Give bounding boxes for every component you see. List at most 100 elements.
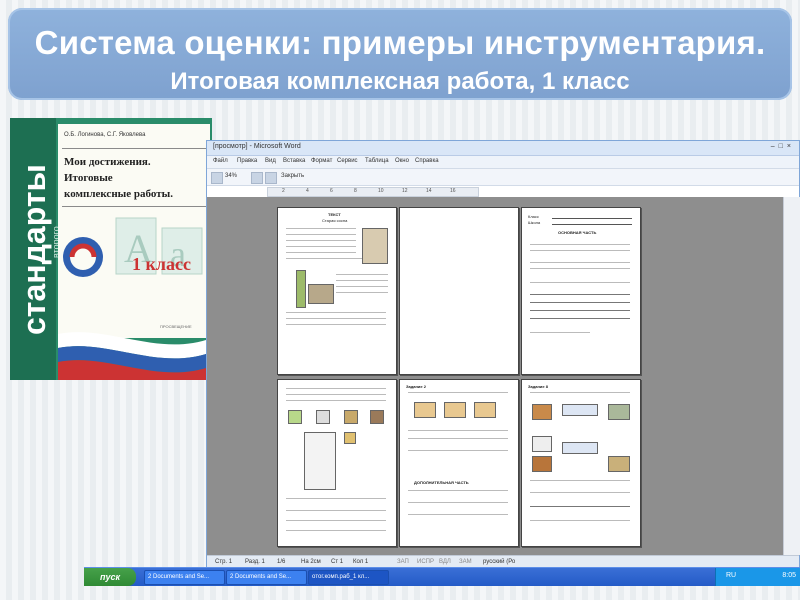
magnifier-icon[interactable] — [251, 172, 263, 184]
slide-subtitle: Итоговая комплексная работа, 1 класс — [170, 68, 630, 95]
text-line — [530, 332, 590, 333]
status-language: русский (Ро — [483, 559, 516, 565]
text-line — [336, 286, 388, 287]
bird-image — [288, 410, 302, 424]
document-page[interactable]: Задание 8 — [521, 379, 641, 547]
book-grade: 1 класс — [132, 254, 191, 274]
status-ovr: ЗАМ — [459, 559, 472, 565]
form-field-line — [552, 224, 632, 225]
menu-window[interactable]: Окно — [395, 158, 409, 164]
text-line — [530, 520, 630, 521]
print-icon[interactable] — [211, 172, 223, 184]
language-indicator[interactable]: RU — [726, 572, 736, 579]
toolbar: 34% Закрыть — [207, 169, 799, 186]
animal-image — [370, 410, 384, 424]
text-line — [286, 240, 356, 241]
picture-frame — [608, 456, 630, 472]
document-viewport[interactable]: ТЕКСТ Старая сосна Класс Школа ОСНОВНАЯ … — [207, 197, 783, 555]
text-line — [286, 510, 386, 511]
zoom-level[interactable]: 34% — [225, 173, 237, 179]
document-page[interactable]: Задание 2 ДОПОЛНИТЕЛЬНАЯ ЧАСТЬ — [399, 379, 519, 547]
insect-image — [344, 432, 356, 444]
slide-title: Система оценки: примеры инструментария. — [34, 24, 766, 61]
text-line — [286, 388, 386, 389]
book-authors: О.Б. Логинова, С.Г. Яковлева — [64, 132, 146, 138]
status-section: Разд. 1 — [245, 559, 265, 565]
document-page[interactable]: ТЕКСТ Старая сосна — [277, 207, 397, 375]
text-line — [530, 250, 630, 251]
form-field-label: Класс — [528, 214, 539, 219]
document-page[interactable]: Класс Школа ОСНОВНАЯ ЧАСТЬ — [521, 207, 641, 375]
text-line — [336, 280, 388, 281]
status-ext: ВДЛ — [439, 559, 451, 565]
menu-bar: Файл Правка Вид Вставка Формат Сервис Та… — [207, 156, 799, 169]
text-line — [530, 392, 630, 393]
taskbar-item[interactable]: 2 Documents and Se... — [226, 570, 307, 585]
book-cover-image: стандарты второго поколения О.Б. Логинов… — [10, 118, 212, 380]
answer-line — [530, 302, 630, 303]
menu-file[interactable]: Файл — [213, 158, 228, 164]
text-line — [408, 438, 508, 439]
form-field-line — [552, 218, 632, 219]
ruler-tick: 12 — [402, 188, 408, 194]
menu-tools[interactable]: Сервис — [337, 158, 358, 164]
text-line — [530, 262, 630, 263]
picture-frame — [532, 436, 552, 452]
picture-frame — [532, 456, 552, 472]
text-line — [530, 268, 630, 269]
book-title-panel: О.Б. Логинова, С.Г. Яковлева Мои достиже… — [58, 124, 210, 338]
word-window-screenshot: [просмотр] - Microsoft Word –□× Файл Пра… — [206, 140, 800, 570]
text-line — [336, 292, 388, 293]
document-page[interactable] — [277, 379, 397, 547]
text-line — [408, 450, 508, 451]
window-title: [просмотр] - Microsoft Word — [213, 143, 301, 150]
menu-format[interactable]: Формат — [311, 158, 332, 164]
text-line — [286, 234, 356, 235]
menu-edit[interactable]: Правка — [237, 158, 257, 164]
status-position: На 2см — [301, 559, 321, 565]
minimize-icon[interactable]: – — [771, 143, 779, 150]
picture-frame — [608, 404, 630, 420]
multiple-pages-icon[interactable] — [265, 172, 277, 184]
owl-image — [362, 228, 388, 264]
status-column: Кол 1 — [353, 559, 369, 565]
picture-frame — [474, 402, 496, 418]
close-icon[interactable]: × — [787, 143, 795, 150]
answer-line — [530, 310, 630, 311]
ruler-tick: 2 — [282, 188, 285, 194]
text-line — [286, 228, 356, 229]
window-controls: –□× — [771, 143, 795, 150]
text-line — [286, 394, 386, 395]
start-button[interactable]: пуск — [84, 568, 136, 586]
text-line — [286, 318, 386, 319]
ruler-tick: 4 — [306, 188, 309, 194]
text-line — [286, 252, 356, 253]
ruler-tick: 16 — [450, 188, 456, 194]
menu-view[interactable]: Вид — [265, 158, 276, 164]
tricolor-wave-graphic — [58, 332, 212, 380]
form-field-label: Школа — [528, 220, 541, 225]
text-line — [530, 282, 630, 283]
animal-image — [344, 410, 358, 424]
vertical-scrollbar[interactable] — [783, 197, 800, 555]
ruler-tick: 8 — [354, 188, 357, 194]
text-line — [286, 520, 386, 521]
maximize-icon[interactable]: □ — [779, 143, 787, 150]
system-tray: RU 8:05 — [715, 568, 800, 586]
menu-help[interactable]: Справка — [415, 158, 439, 164]
text-line — [530, 492, 630, 493]
clock: 8:05 — [782, 572, 796, 579]
text-line — [530, 480, 630, 481]
document-page[interactable] — [399, 207, 519, 375]
status-trk: ИСПР — [417, 559, 434, 565]
taskbar-item[interactable]: 2 Documents and Se... — [144, 570, 225, 585]
close-preview-button[interactable]: Закрыть — [281, 173, 304, 179]
text-line — [408, 490, 508, 491]
picture-frame — [444, 402, 466, 418]
picture-frame — [532, 404, 552, 420]
menu-insert[interactable]: Вставка — [283, 158, 305, 164]
menu-table[interactable]: Таблица — [365, 158, 389, 164]
taskbar-item-active[interactable]: oтог.комп.раб_1 кл... — [308, 570, 389, 585]
text-line — [408, 430, 508, 431]
book-title-line: Мои достижения. — [64, 156, 151, 168]
